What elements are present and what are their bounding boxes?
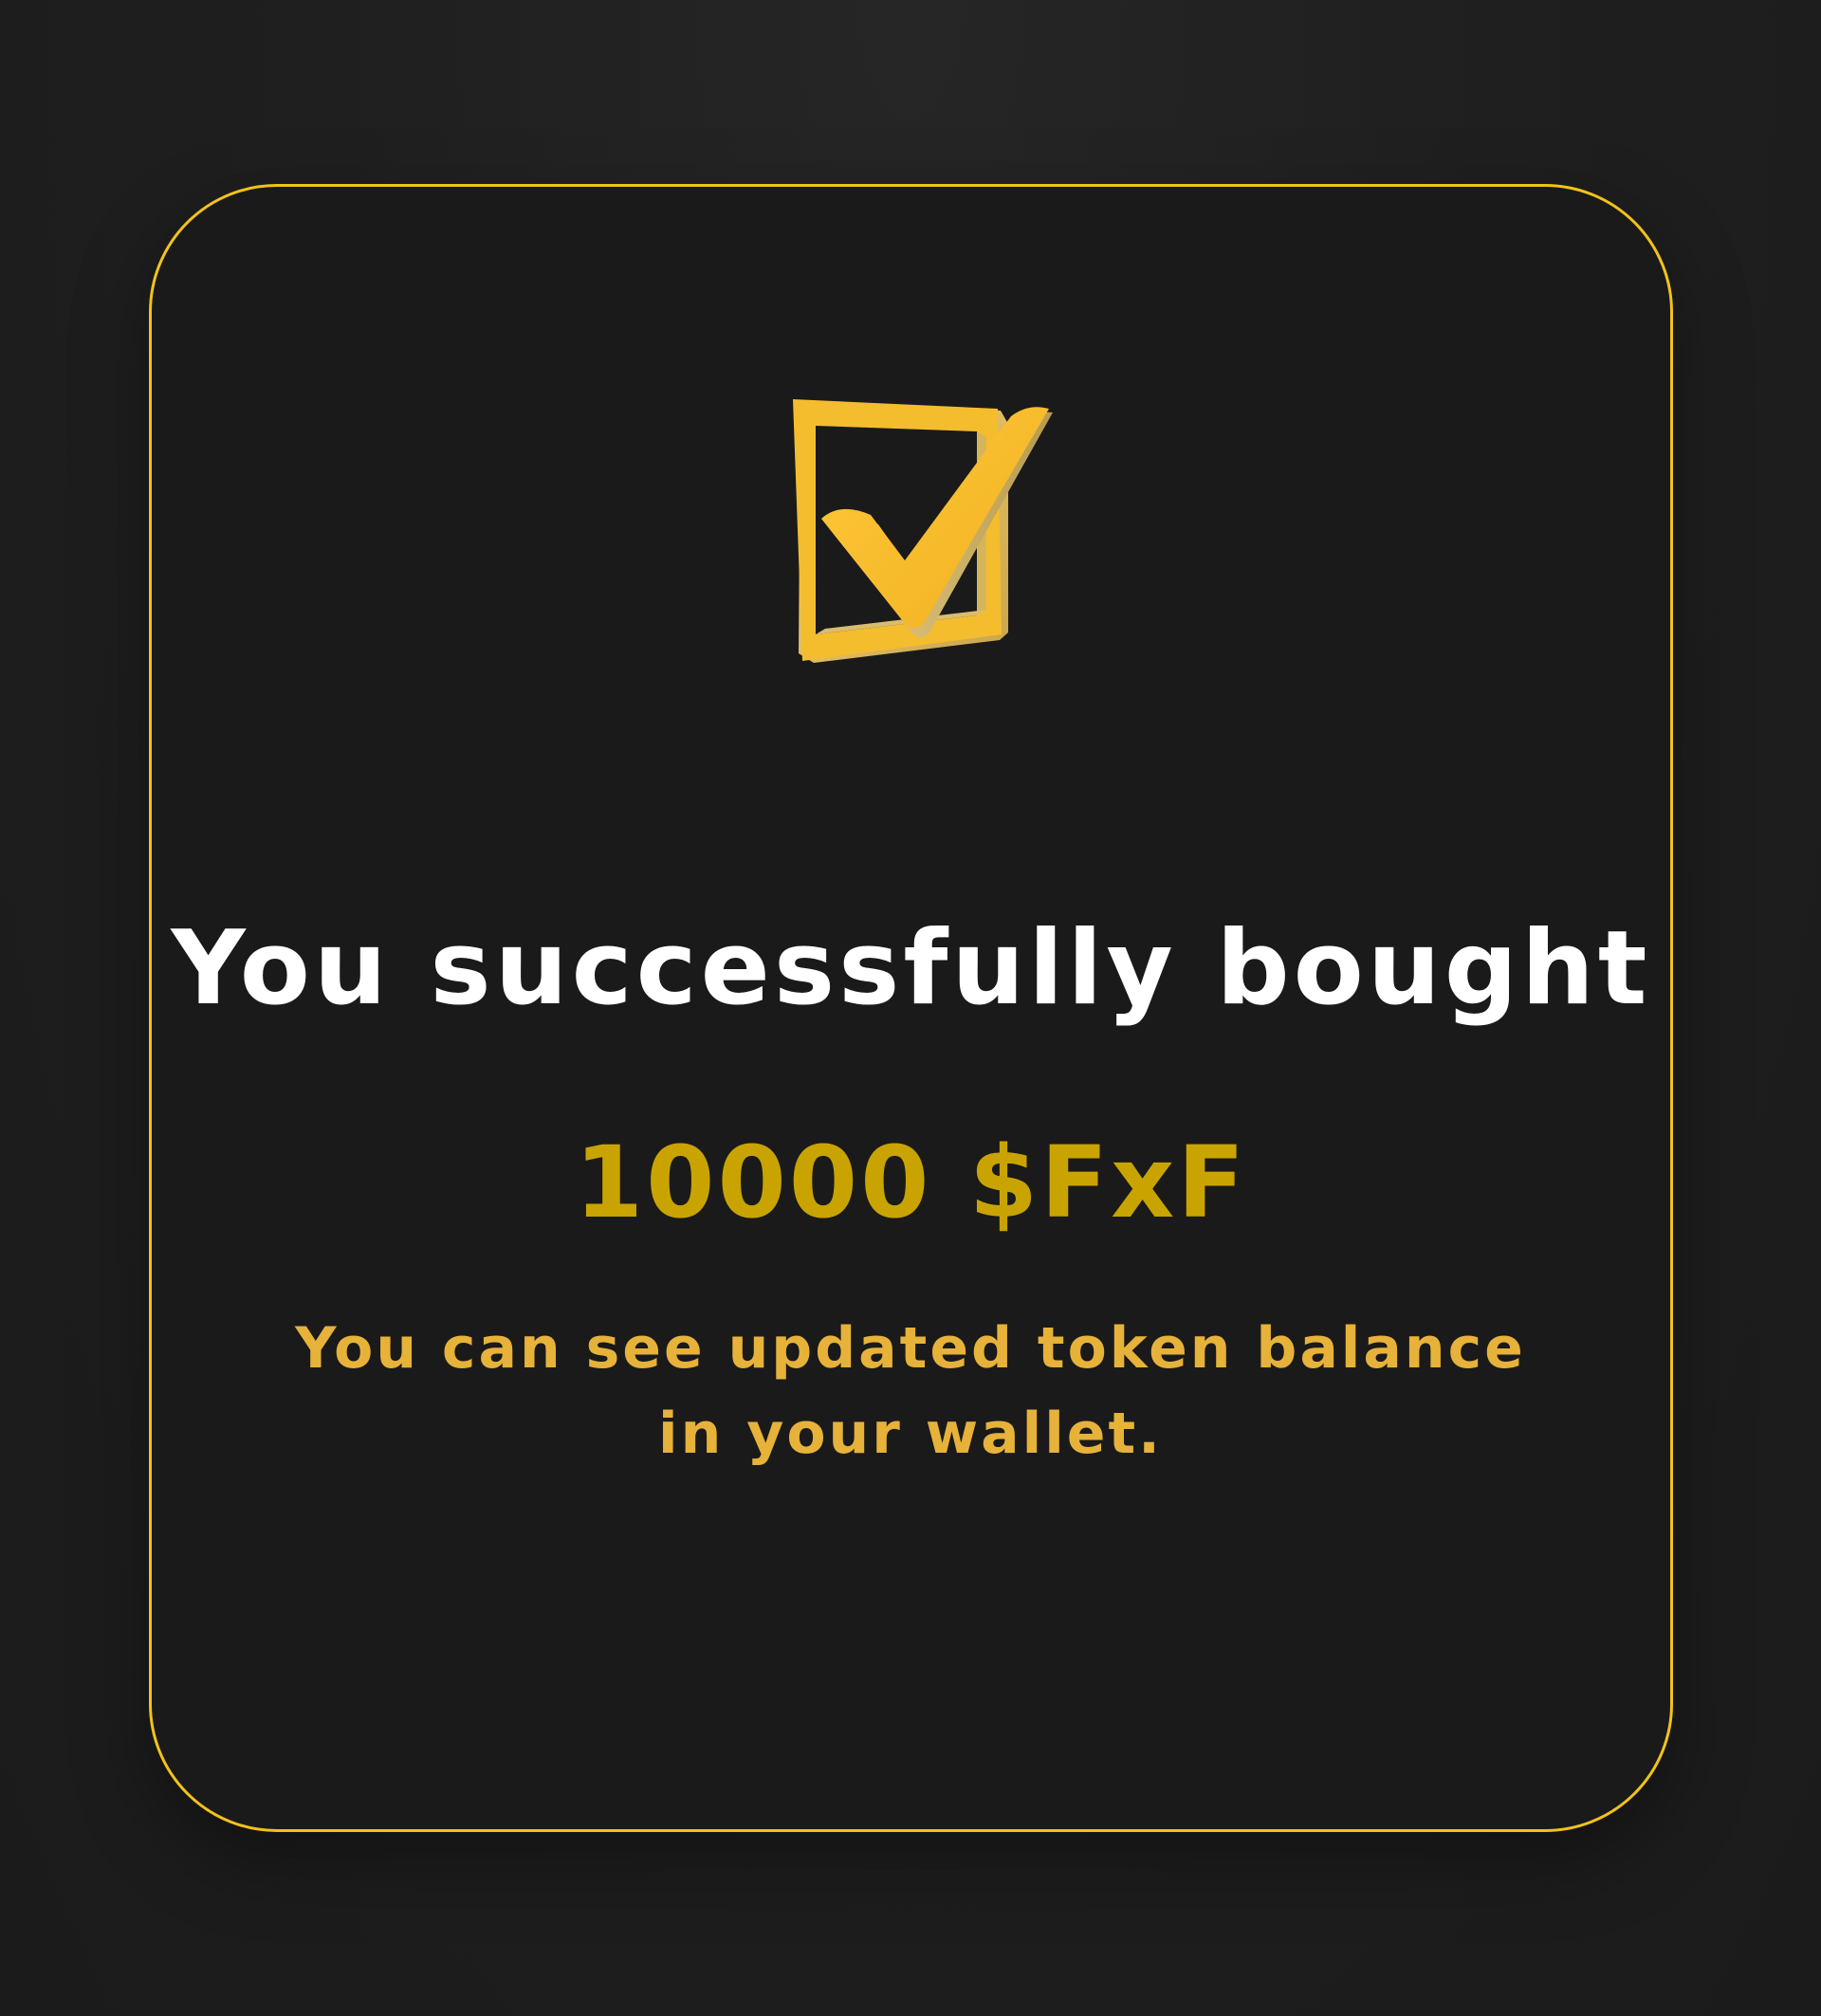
success-title: You successfully bought: [171, 909, 1651, 1028]
check-box-icon: [787, 395, 1072, 670]
page-root: { "dialog": { "title": "You successfully…: [0, 0, 1821, 2016]
success-dialog-card: You successfully bought 10000 $FxF You c…: [149, 184, 1673, 1832]
wallet-balance-message: You can see updated token balance in you…: [295, 1315, 1526, 1467]
purchased-amount: 10000 $FxF: [574, 1125, 1248, 1240]
